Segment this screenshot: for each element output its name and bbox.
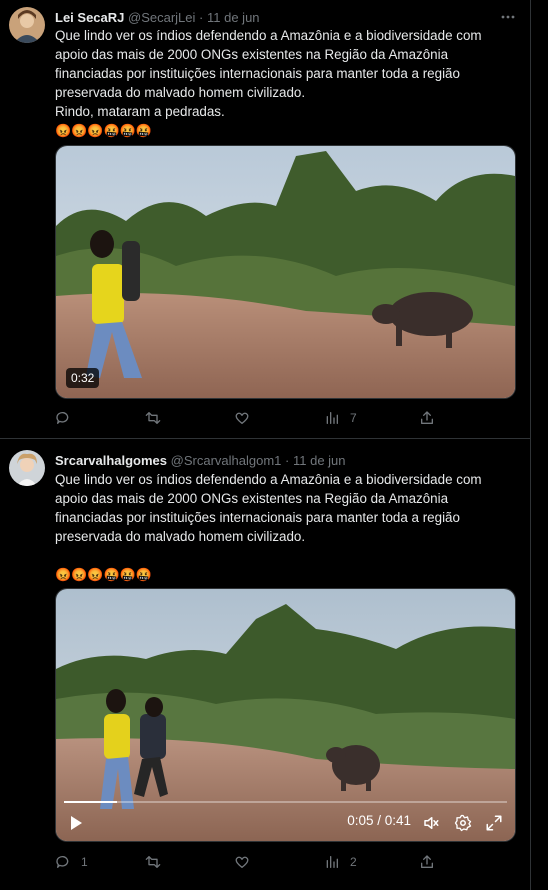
mute-icon[interactable] bbox=[422, 814, 440, 832]
tweet-1[interactable]: Lei SecaRJ @SecarjLei · 11 de jun Que li… bbox=[0, 0, 530, 438]
video-duration: 0:32 bbox=[66, 368, 100, 388]
video-thumbnail[interactable] bbox=[56, 146, 515, 398]
view-count: 7 bbox=[350, 411, 357, 425]
reply-icon bbox=[56, 856, 69, 868]
text-line: apoio das mais de 2000 ONGs existentes n… bbox=[55, 47, 449, 62]
avatar[interactable] bbox=[9, 450, 45, 486]
video-player[interactable]: 0:32 bbox=[55, 145, 516, 399]
views-icon bbox=[326, 856, 338, 868]
repost-button[interactable] bbox=[145, 408, 171, 428]
reply-button[interactable]: 1 bbox=[55, 852, 88, 872]
timeline-border bbox=[530, 0, 531, 890]
text-line: Rindo, mataram a pedradas. bbox=[55, 104, 225, 119]
tweet-actions: 1 2 bbox=[55, 852, 505, 872]
tweet-header: Srcarvalhalgomes @Srcarvalhalgom1 · 11 d… bbox=[55, 453, 346, 468]
like-button[interactable] bbox=[234, 408, 260, 428]
share-icon bbox=[421, 411, 433, 424]
reply-count: 1 bbox=[81, 855, 88, 869]
video-controls: 0:05 / 0:41 bbox=[56, 795, 515, 841]
avatar[interactable] bbox=[9, 7, 45, 43]
user-handle[interactable]: @Srcarvalhalgom1 bbox=[171, 453, 282, 468]
views-icon bbox=[326, 412, 338, 424]
tweet-2[interactable]: Srcarvalhalgomes @Srcarvalhalgom1 · 11 d… bbox=[0, 439, 530, 890]
repost-icon bbox=[145, 412, 161, 424]
play-icon[interactable] bbox=[68, 815, 84, 831]
text-line: preservada do malvado homem civilizado. bbox=[55, 85, 306, 100]
text-line: financiadas por instituições internacion… bbox=[55, 66, 460, 81]
share-button[interactable] bbox=[419, 408, 435, 428]
video-player[interactable]: 0:05 / 0:41 bbox=[55, 588, 516, 842]
repost-icon bbox=[145, 856, 161, 868]
reply-button[interactable] bbox=[55, 408, 81, 428]
heart-icon bbox=[235, 856, 249, 868]
text-line bbox=[55, 546, 505, 565]
like-button[interactable] bbox=[234, 852, 260, 872]
user-handle[interactable]: @SecarjLei bbox=[128, 10, 195, 25]
post-date[interactable]: 11 de jun bbox=[207, 10, 260, 25]
text-line: apoio das mais de 2000 ONGs existentes n… bbox=[55, 491, 449, 506]
separator-dot: · bbox=[285, 453, 290, 468]
tweet-text: Que lindo ver os índios defendendo a Ama… bbox=[55, 470, 505, 584]
fullscreen-icon[interactable] bbox=[485, 814, 503, 832]
video-progress-fill bbox=[64, 801, 118, 803]
emoji-line: 😡😡😡🤬🤬🤬 bbox=[55, 123, 153, 138]
video-progress-bar[interactable] bbox=[64, 801, 507, 803]
text-line: Que lindo ver os índios defendendo a Ama… bbox=[55, 28, 482, 43]
heart-icon bbox=[235, 412, 249, 424]
display-name[interactable]: Srcarvalhalgomes bbox=[55, 453, 167, 468]
view-count: 2 bbox=[350, 855, 357, 869]
repost-button[interactable] bbox=[145, 852, 171, 872]
text-line: preservada do malvado homem civilizado. bbox=[55, 529, 306, 544]
tweet-header: Lei SecaRJ @SecarjLei · 11 de jun bbox=[55, 10, 260, 25]
share-icon bbox=[421, 855, 433, 868]
emoji-line: 😡😡😡🤬🤬🤬 bbox=[55, 567, 153, 582]
post-date[interactable]: 11 de jun bbox=[293, 453, 346, 468]
text-line: financiadas por instituições internacion… bbox=[55, 510, 460, 525]
views-button[interactable]: 2 bbox=[324, 852, 357, 872]
tweet-text: Que lindo ver os índios defendendo a Ama… bbox=[55, 26, 505, 140]
settings-gear-icon[interactable] bbox=[454, 814, 472, 832]
display-name[interactable]: Lei SecaRJ bbox=[55, 10, 124, 25]
views-button[interactable]: 7 bbox=[324, 408, 357, 428]
separator-dot: · bbox=[199, 10, 204, 25]
share-button[interactable] bbox=[419, 852, 435, 872]
text-line: Que lindo ver os índios defendendo a Ama… bbox=[55, 472, 482, 487]
video-time: 0:05 / 0:41 bbox=[347, 813, 411, 828]
more-options-icon[interactable] bbox=[500, 9, 516, 25]
tweet-actions: 7 bbox=[55, 408, 505, 428]
reply-icon bbox=[56, 412, 69, 424]
